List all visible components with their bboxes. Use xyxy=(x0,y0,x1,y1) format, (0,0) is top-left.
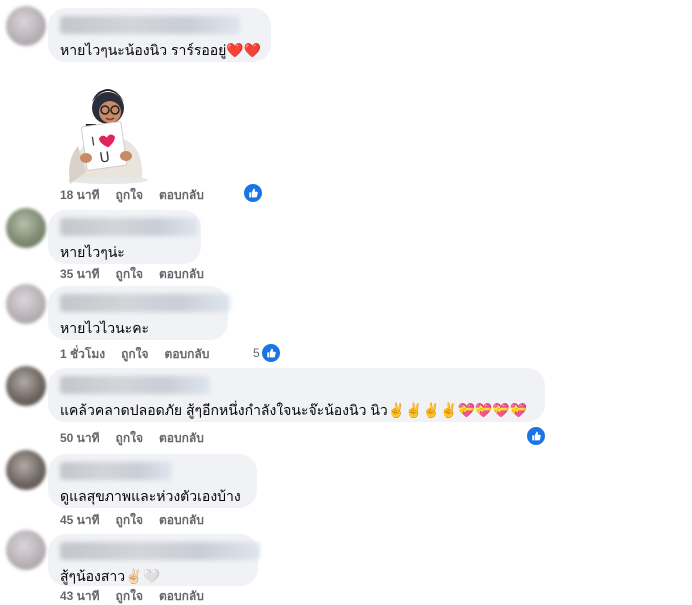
comment-meta: 35 นาที ถูกใจ ตอบกลับ xyxy=(60,265,204,284)
comment-meta: 18 นาที ถูกใจ ตอบกลับ xyxy=(60,186,204,205)
comment-text: หายไวๆน่ะ xyxy=(60,244,125,260)
comment-bubble: หายไวๆนะน้องนิว ราร์รออยู่❤️❤️ xyxy=(48,8,271,62)
comment-time[interactable]: 35 นาที xyxy=(60,265,100,284)
comment-text: หายไวไวนะคะ xyxy=(60,320,150,336)
commenter-name-blurred[interactable] xyxy=(60,462,172,480)
comment-bubble: แคล้วคลาดปลอดภัย สู้ๆอีกหนึ่งกำลังใจนะจ๊… xyxy=(48,368,545,422)
avatar[interactable] xyxy=(6,366,46,406)
thumbs-up-icon[interactable] xyxy=(244,184,262,202)
comment-time[interactable]: 43 นาที xyxy=(60,587,100,605)
commenter-name-blurred[interactable] xyxy=(60,542,260,560)
like-link[interactable]: ถูกใจ xyxy=(116,265,143,284)
thumbs-up-icon[interactable] xyxy=(262,344,280,362)
comment-time[interactable]: 50 นาที xyxy=(60,429,100,448)
comment-bubble: หายไวไวนะคะ xyxy=(48,286,230,340)
reply-link[interactable]: ตอบกลับ xyxy=(159,429,204,448)
avatar[interactable] xyxy=(6,530,46,570)
reply-link[interactable]: ตอบกลับ xyxy=(159,265,204,284)
avatar[interactable] xyxy=(6,6,46,46)
comment-time[interactable]: 18 นาที xyxy=(60,186,100,205)
comment-text: สู้ๆน้องสาว✌🏻🤍 xyxy=(60,568,161,584)
like-link[interactable]: ถูกใจ xyxy=(116,186,143,205)
reaction-count[interactable]: 5 xyxy=(253,346,260,360)
thumbs-up-icon[interactable] xyxy=(527,427,545,445)
love-sticker-image: I U xyxy=(68,89,148,184)
comment-bubble: หายไวๆน่ะ xyxy=(48,210,201,264)
reply-link[interactable]: ตอบกลับ xyxy=(165,345,210,364)
like-link[interactable]: ถูกใจ xyxy=(116,587,143,605)
comment-meta: 50 นาที ถูกใจ ตอบกลับ xyxy=(60,429,204,448)
like-link[interactable]: ถูกใจ xyxy=(121,345,148,364)
comment-text: ดูแลสุขภาพและห่วงตัวเองบ้าง xyxy=(60,488,241,504)
comment-meta: 45 นาที ถูกใจ ตอบกลับ xyxy=(60,511,204,530)
comment-time[interactable]: 45 นาที xyxy=(60,511,100,530)
like-link[interactable]: ถูกใจ xyxy=(116,429,143,448)
avatar[interactable] xyxy=(6,208,46,248)
comment-text: หายไวๆนะน้องนิว ราร์รออยู่❤️❤️ xyxy=(60,42,262,58)
like-link[interactable]: ถูกใจ xyxy=(116,511,143,530)
comment-meta: 43 นาที ถูกใจ ตอบกลับ xyxy=(60,587,204,605)
comment-bubble: สู้ๆน้องสาว✌🏻🤍 xyxy=(48,534,260,586)
commenter-name-blurred[interactable] xyxy=(60,218,198,236)
comment-meta: 1 ชั่วโมง ถูกใจ ตอบกลับ xyxy=(60,345,209,364)
comment-text: แคล้วคลาดปลอดภัย สู้ๆอีกหนึ่งกำลังใจนะจ๊… xyxy=(60,402,528,418)
avatar[interactable] xyxy=(6,284,46,324)
reply-link[interactable]: ตอบกลับ xyxy=(159,587,204,605)
commenter-name-blurred[interactable] xyxy=(60,294,230,312)
comment-bubble: ดูแลสุขภาพและห่วงตัวเองบ้าง xyxy=(48,454,257,508)
commenter-name-blurred[interactable] xyxy=(60,16,240,34)
reply-link[interactable]: ตอบกลับ xyxy=(159,186,204,205)
commenter-name-blurred[interactable] xyxy=(60,376,210,394)
comment-time[interactable]: 1 ชั่วโมง xyxy=(60,345,105,364)
reply-link[interactable]: ตอบกลับ xyxy=(159,511,204,530)
avatar[interactable] xyxy=(6,450,46,490)
